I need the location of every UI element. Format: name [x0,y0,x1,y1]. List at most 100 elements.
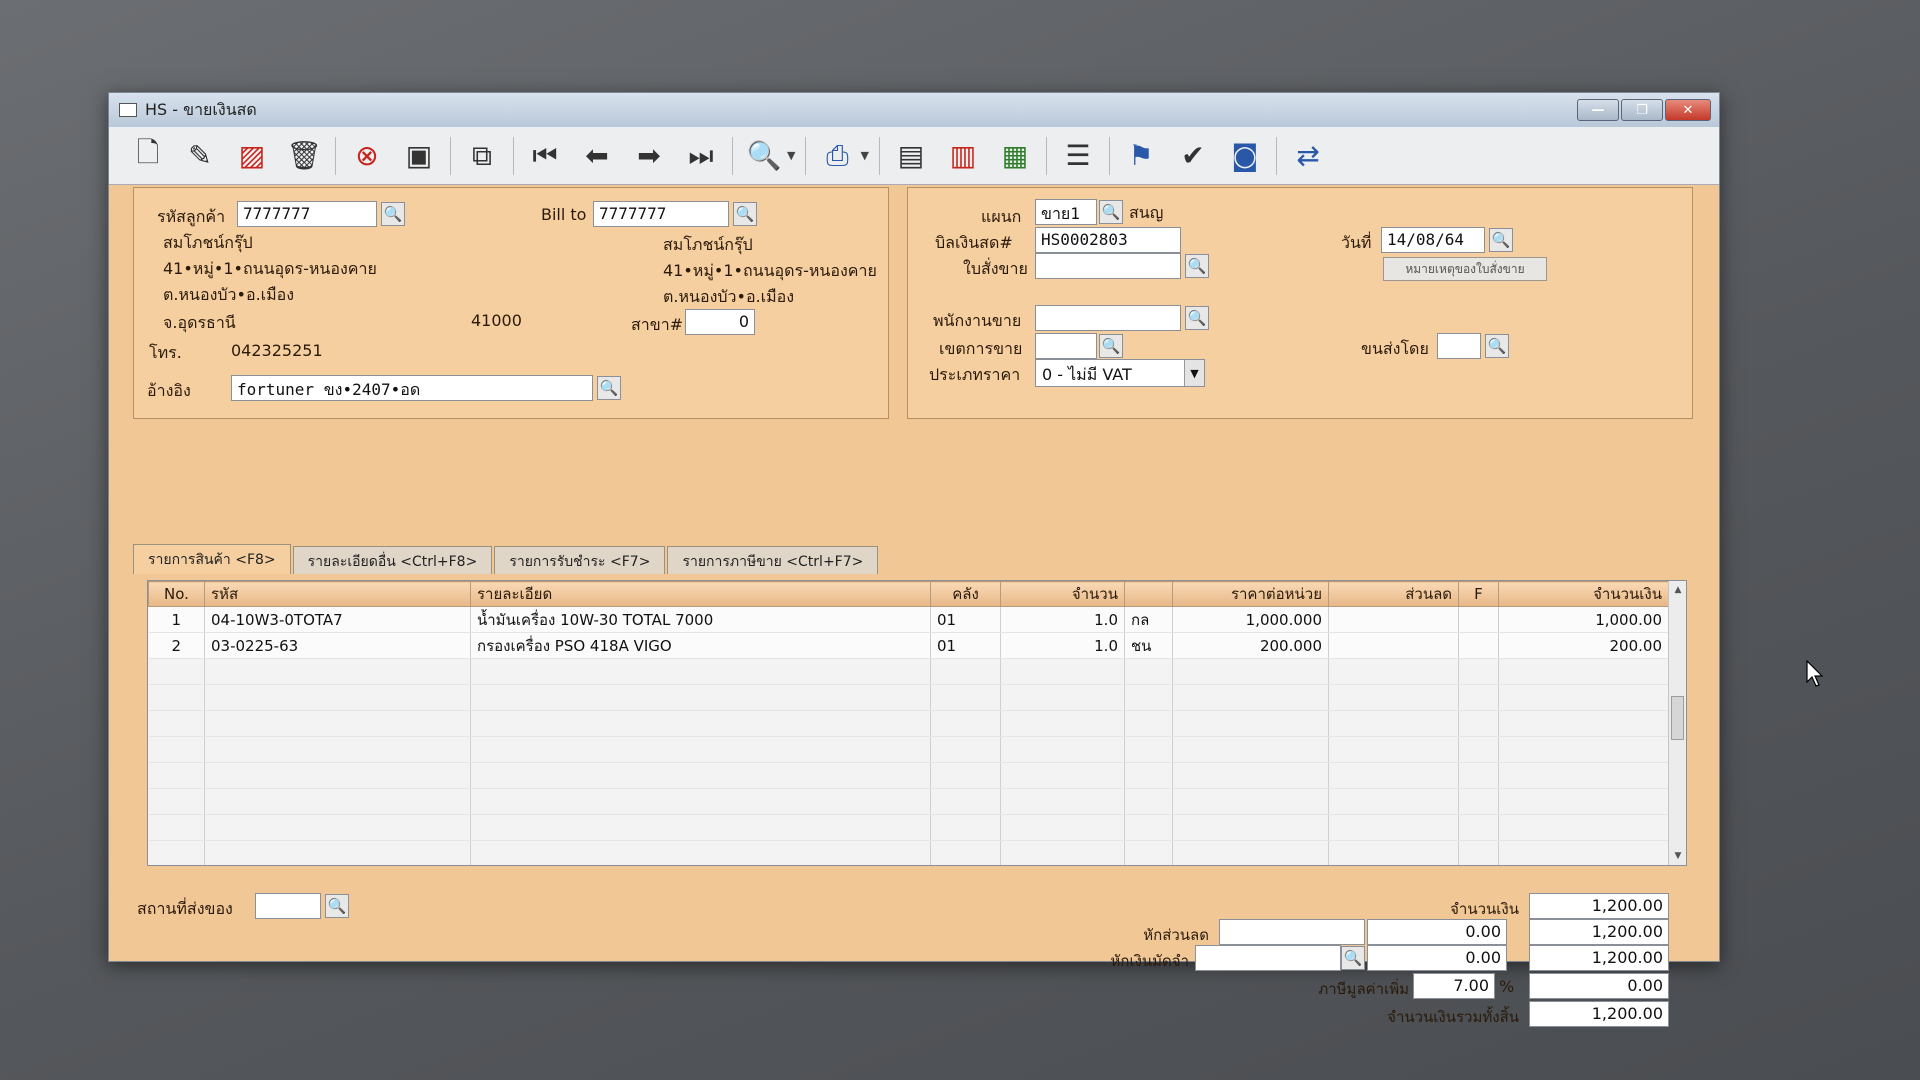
bill-to-address-1: 41•หมู่•1•ถนนอุดร-หนองคาย [663,261,877,280]
sales-order-search-icon[interactable]: 🔍 [1185,254,1209,278]
scroll-down-icon[interactable]: ▼ [1669,847,1686,865]
sales-area-search-icon[interactable]: 🔍 [1099,334,1123,358]
prev-icon[interactable]: ⬅ [576,135,618,177]
card-icon[interactable]: ▥ [942,135,984,177]
save-icon[interactable]: ▣ [398,135,440,177]
column-header-warehouse[interactable]: คลัง [930,581,1001,607]
print-icon[interactable]: ⎙ [816,135,858,177]
items-grid[interactable]: No. รหัส รายละเอียด คลัง จำนวน ราคาต่อหน… [147,580,1687,866]
tab-other-details[interactable]: รายละเอียดอื่น <Ctrl+F8> [292,546,493,574]
bill-to-address-2: ต.หนองบัว•อ.เมือง [663,287,795,306]
branch-field[interactable]: 0 [685,309,755,335]
bill-to-search-icon[interactable]: 🔍 [733,202,757,226]
bill-to-code-field[interactable]: 7777777 [593,201,729,227]
column-header-unit-price[interactable]: ราคาต่อหน่วย [1172,581,1329,607]
new-icon[interactable]: 🗋 [127,135,169,177]
empty-row[interactable] [148,710,1669,737]
reference-search-icon[interactable]: 🔍 [597,376,621,400]
customer-zip: 41000 [471,311,522,330]
grid-scrollbar[interactable]: ▲ ▼ [1668,581,1686,865]
row-description: น้ำมันเครื่อง 10W-30 TOTAL 7000 [470,606,931,633]
ship-by-label: ขนส่งโดย [1361,339,1429,358]
transfer-icon[interactable]: ⇄ [1287,135,1329,177]
void-icon[interactable]: ▨ [231,135,273,177]
price-type-value: 0 - ไม่มี VAT [1042,365,1132,384]
delete-icon[interactable]: 🗑 [283,135,325,177]
customer-search-icon[interactable]: 🔍 [381,202,405,226]
tab-sales-tax[interactable]: รายการภาษีขาย <Ctrl+F7> [667,546,879,574]
column-header-discount[interactable]: ส่วนลด [1328,581,1459,607]
ship-place-search-icon[interactable]: 🔍 [325,894,349,918]
search-icon[interactable]: 🔍 [743,135,785,177]
edit-icon[interactable]: ✎ [179,135,221,177]
discount-input[interactable] [1219,919,1365,945]
sales-order-note-button[interactable]: หมายเหตุของใบสั่งขาย [1383,257,1547,281]
column-header-no[interactable]: No. [148,581,205,607]
mouse-cursor-icon [1806,660,1824,687]
maximize-button[interactable]: ❐ [1621,99,1663,121]
scroll-thumb[interactable] [1671,696,1684,740]
empty-row[interactable] [148,788,1669,815]
empty-row[interactable] [148,762,1669,789]
cancel-icon[interactable]: ⊗ [346,135,388,177]
empty-row[interactable] [148,684,1669,711]
reference-label: อ้างอิง [147,381,191,400]
calc-icon[interactable]: ▤ [890,135,932,177]
deposit-search-icon[interactable]: 🔍 [1341,946,1365,970]
minimize-button[interactable]: — [1577,99,1619,121]
vat-rate-field[interactable]: 7.00 [1413,973,1495,999]
empty-row[interactable] [148,814,1669,841]
approve-icon[interactable]: ⚑ [1120,135,1162,177]
deposit-input[interactable] [1195,945,1341,971]
toolbar-separator [878,136,880,175]
last-icon[interactable]: ⏭ [680,135,722,177]
calendar-icon[interactable]: 🔍 [1489,228,1513,252]
column-header-amount[interactable]: จำนวนเงิน [1498,581,1669,607]
list-icon[interactable]: ☰ [1057,135,1099,177]
tab-payments[interactable]: รายการรับชำระ <F7> [494,546,666,574]
salesperson-search-icon[interactable]: 🔍 [1185,306,1209,330]
ship-by-search-icon[interactable]: 🔍 [1485,334,1509,358]
column-header-unit[interactable] [1124,581,1173,607]
bill-number-field[interactable]: HS0002803 [1035,227,1181,253]
sales-order-field[interactable] [1035,253,1181,279]
chevron-down-icon[interactable]: ▼ [1184,360,1204,386]
salesperson-field[interactable] [1035,305,1181,331]
close-button[interactable]: ✕ [1665,99,1711,121]
date-field[interactable]: 14/08/64 [1381,227,1485,253]
department-search-icon[interactable]: 🔍 [1099,200,1123,224]
app-icon [119,103,137,117]
tab-items[interactable]: รายการสินค้า <F8> [133,544,291,574]
chevron-down-icon[interactable]: ▼ [860,149,868,162]
column-header-flag[interactable]: F [1458,581,1499,607]
customer-code-label: รหัสลูกค้า [157,207,226,226]
ok-icon[interactable]: ◙ [1224,135,1266,177]
reference-field[interactable]: fortuner ขง•2407•อด [231,375,593,401]
customer-phone: 042325251 [231,341,323,360]
row-code: 03-0225-63 [204,632,471,659]
column-header-description[interactable]: รายละเอียด [470,581,931,607]
column-header-quantity[interactable]: จำนวน [1000,581,1125,607]
next-icon[interactable]: ➡ [628,135,670,177]
report-icon[interactable]: ▦ [994,135,1036,177]
scroll-up-icon[interactable]: ▲ [1669,581,1686,599]
first-icon[interactable]: ⏮ [524,135,566,177]
toolbar: 🗋 ✎ ▨ 🗑 ⊗ ▣ ⧉ ⏮ ⬅ ➡ ⏭ 🔍 ▼ ⎙ ▼ ▤ ▥ ▦ ☰ ⚑ … [109,127,1719,185]
title-bar[interactable]: HS - ขายเงินสด — ❐ ✕ [109,93,1719,127]
price-type-select[interactable]: 0 - ไม่มี VAT ▼ [1035,359,1205,387]
sales-area-field[interactable] [1035,333,1097,359]
column-header-code[interactable]: รหัส [204,581,471,607]
ship-place-field[interactable] [255,893,321,919]
row-flag [1458,632,1499,659]
empty-row[interactable] [148,840,1669,865]
empty-row[interactable] [148,736,1669,763]
ship-by-field[interactable] [1437,333,1481,359]
chevron-down-icon[interactable]: ▼ [787,149,795,162]
copy-icon[interactable]: ⧉ [461,135,503,177]
checkmark-icon[interactable]: ✔ [1172,135,1214,177]
table-row[interactable]: 2 03-0225-63 กรองเครื่อง PSO 418A VIGO 0… [148,632,1669,659]
empty-row[interactable] [148,658,1669,685]
customer-code-field[interactable]: 7777777 [237,201,377,227]
table-row[interactable]: 1 04-10W3-0TOTA7 น้ำมันเครื่อง 10W-30 TO… [148,606,1669,633]
department-field[interactable]: ขาย1 [1035,199,1097,225]
